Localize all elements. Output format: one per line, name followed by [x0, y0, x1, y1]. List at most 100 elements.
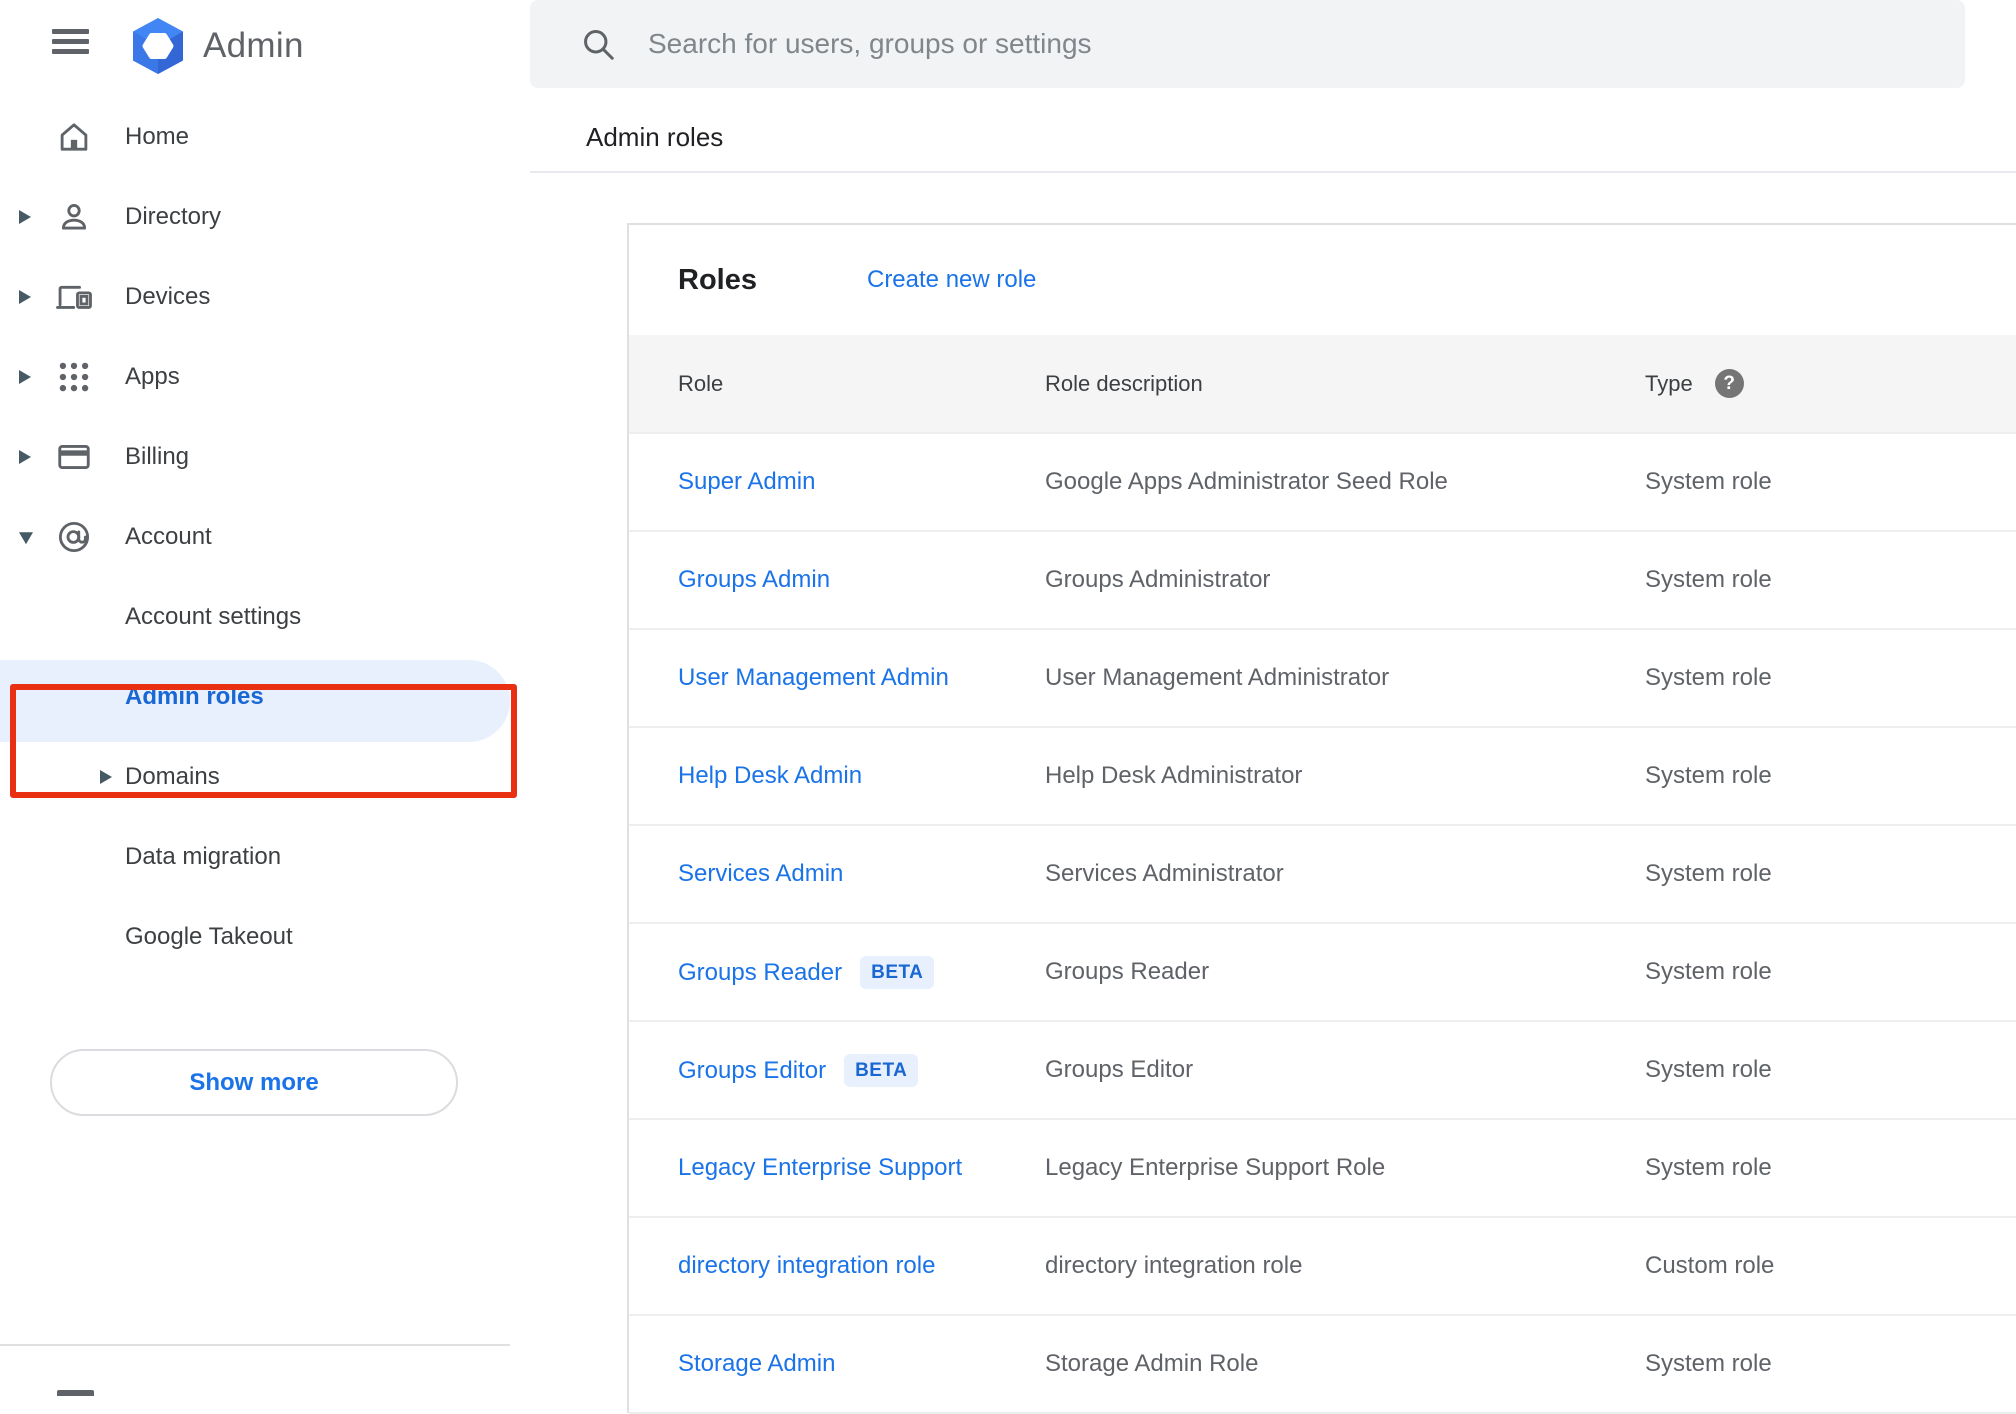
role-type-cell: System role — [1645, 958, 1772, 985]
role-link[interactable]: Services Admin — [678, 860, 843, 887]
devices-icon — [55, 278, 93, 316]
role-description-cell: Legacy Enterprise Support Role — [1045, 1154, 1386, 1181]
role-cell: Super Admin — [678, 468, 1045, 496]
roles-table-body: Super Admin Google Apps Administrator See… — [629, 434, 2016, 1414]
home-icon — [55, 118, 93, 156]
column-header-type: Type ? — [1645, 369, 2016, 398]
role-type-cell: System role — [1645, 762, 1772, 789]
header-divider — [530, 171, 2016, 173]
search-placeholder: Search for users, groups or settings — [648, 28, 1092, 59]
table-row: Legacy Enterprise Support Legacy Enterpri… — [629, 1120, 2016, 1218]
sidebar-item-label: Account settings — [125, 603, 302, 630]
sidebar-item-billing[interactable]: Billing — [0, 417, 530, 497]
help-icon[interactable]: ? — [1714, 369, 1744, 398]
role-type-cell: System role — [1645, 468, 1772, 495]
role-type-cell: Custom role — [1645, 1252, 1775, 1279]
sidebar-item-account[interactable]: Account — [0, 497, 530, 577]
sidebar-item-label: Google Takeout — [125, 923, 293, 950]
role-cell: Help Desk Admin — [678, 762, 1045, 790]
role-cell: Services Admin — [678, 860, 1045, 888]
sidebar-item-data-migration[interactable]: Data migration — [0, 817, 530, 897]
role-description-cell: Groups Administrator — [1045, 566, 1271, 593]
search-input[interactable]: Search for users, groups or settings — [530, 0, 1965, 88]
role-cell: Groups Reader BETA — [678, 955, 1045, 989]
role-link[interactable]: Groups Editor — [678, 1057, 826, 1084]
chevron-right-icon[interactable] — [19, 450, 31, 464]
sidebar-divider — [0, 1344, 510, 1346]
role-cell: directory integration role — [678, 1252, 1045, 1280]
role-cell: User Management Admin — [678, 664, 1045, 692]
page-title: Admin roles — [586, 122, 724, 152]
sidebar-item-apps[interactable]: Apps — [0, 337, 530, 417]
apps-icon — [55, 358, 93, 396]
role-type-cell: System role — [1645, 1350, 1772, 1377]
role-link[interactable]: directory integration role — [678, 1252, 935, 1279]
sidebar-item-label: Data migration — [125, 843, 282, 870]
sidebar-item-label: Home — [125, 123, 190, 150]
sidebar-item-label: Apps — [125, 363, 180, 390]
role-description-cell: User Management Administrator — [1045, 664, 1390, 691]
chevron-right-icon[interactable] — [19, 370, 31, 384]
role-description-cell: Groups Editor — [1045, 1056, 1194, 1083]
column-header-role-description: Role description — [1045, 370, 1203, 396]
role-link[interactable]: Help Desk Admin — [678, 762, 862, 789]
column-header-role: Role — [678, 370, 724, 396]
chevron-down-icon[interactable] — [19, 532, 33, 545]
billing-icon — [55, 438, 93, 476]
annotation-red-box — [10, 684, 517, 798]
show-more-button[interactable]: Show more — [50, 1049, 458, 1116]
role-type-cell: System role — [1645, 1056, 1772, 1083]
table-row: Groups Reader BETA Groups Reader System rol… — [629, 924, 2016, 1022]
person-icon — [55, 198, 93, 236]
table-row: Storage Admin Storage Admin Role System ro… — [629, 1316, 2016, 1414]
role-link[interactable]: Groups Reader — [678, 959, 842, 986]
table-row: User Management Admin User Management Adm… — [629, 630, 2016, 728]
roles-card-header: Roles Create new role — [629, 225, 2016, 335]
table-row: directory integration role directory inte… — [629, 1218, 2016, 1316]
table-row: Help Desk Admin Help Desk Administrator Sy… — [629, 728, 2016, 826]
role-link[interactable]: Legacy Enterprise Support — [678, 1154, 962, 1181]
table-header-row: Role Role description Type ? — [629, 335, 2016, 434]
sidebar-item-account-settings[interactable]: Account settings — [0, 577, 530, 657]
search-icon — [580, 26, 616, 62]
sidebar-item-devices[interactable]: Devices — [0, 257, 530, 337]
role-description-cell: Storage Admin Role — [1045, 1350, 1259, 1377]
role-type-cell: System role — [1645, 566, 1772, 593]
role-link[interactable]: Super Admin — [678, 468, 815, 495]
sidebar-item-label: Account — [125, 523, 212, 550]
role-description-cell: Google Apps Administrator Seed Role — [1045, 468, 1448, 495]
sidebar-item-label: Billing — [125, 443, 190, 470]
chevron-right-icon[interactable] — [19, 210, 31, 224]
roles-card: Roles Create new role Role Role descript… — [627, 223, 2016, 1414]
chevron-right-icon[interactable] — [19, 290, 31, 304]
beta-badge: BETA — [860, 955, 935, 989]
sidebar-item-label: Directory — [125, 203, 222, 230]
table-row: Super Admin Google Apps Administrator See… — [629, 434, 2016, 532]
role-type-cell: System role — [1645, 860, 1772, 887]
role-cell: Storage Admin — [678, 1350, 1045, 1378]
role-type-cell: System role — [1645, 1154, 1772, 1181]
sidebar: Admin Home Directory Devices Apps Billing Acc… — [0, 0, 530, 1396]
role-link[interactable]: Storage Admin — [678, 1350, 835, 1377]
sidebar-item-google-takeout[interactable]: Google Takeout — [0, 897, 530, 977]
role-cell: Groups Admin — [678, 566, 1045, 594]
hamburger-menu-icon[interactable] — [52, 29, 89, 54]
role-type-cell: System role — [1645, 664, 1772, 691]
admin-hexagon-logo-icon — [128, 17, 188, 75]
role-link[interactable]: Groups Admin — [678, 566, 830, 593]
table-row: Groups Admin Groups Administrator System r… — [629, 532, 2016, 630]
table-row: Services Admin Services Administrator Syst… — [629, 826, 2016, 924]
role-cell: Legacy Enterprise Support — [678, 1154, 1045, 1182]
role-description-cell: directory integration role — [1045, 1252, 1303, 1279]
sidebar-item-home[interactable]: Home — [0, 97, 530, 177]
role-link[interactable]: User Management Admin — [678, 664, 949, 691]
role-description-cell: Help Desk Administrator — [1045, 762, 1303, 789]
role-description-cell: Groups Reader — [1045, 958, 1210, 985]
role-cell: Groups Editor BETA — [678, 1053, 1045, 1087]
at-icon — [55, 518, 93, 556]
create-new-role-link[interactable]: Create new role — [867, 266, 1036, 294]
table-row: Groups Editor BETA Groups Editor System rol… — [629, 1022, 2016, 1120]
app-title: Admin — [203, 26, 304, 65]
sidebar-item-directory[interactable]: Directory — [0, 177, 530, 257]
role-description-cell: Services Administrator — [1045, 860, 1284, 887]
